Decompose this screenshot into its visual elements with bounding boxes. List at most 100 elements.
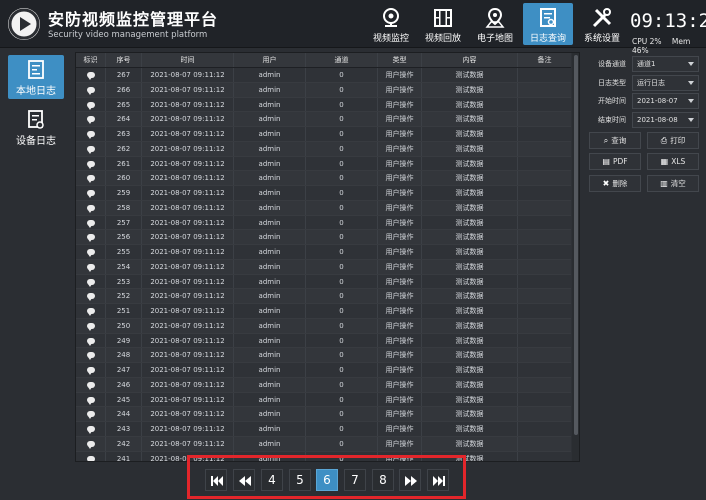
start-date-picker[interactable]: 2021-08-07 [632, 93, 699, 109]
delete-icon: ✖ [602, 179, 610, 188]
end-date-picker[interactable]: 2021-08-08 [632, 112, 699, 128]
table-scrollbar[interactable] [572, 53, 579, 461]
column-header-flag[interactable]: 标识 [76, 53, 106, 67]
page-button-6-current[interactable]: 6 [316, 469, 338, 491]
table-row[interactable]: 264 2021-08-07 09:11:12 admin 0 用户操作 测试数据 [76, 112, 571, 127]
table-row[interactable]: 255 2021-08-07 09:11:12 admin 0 用户操作 测试数据 [76, 245, 571, 260]
next-page-button[interactable] [399, 469, 421, 491]
chevron-down-icon [688, 81, 694, 85]
first-page-button[interactable] [205, 469, 227, 491]
message-bubble-icon [86, 396, 95, 405]
nav-system-settings[interactable]: 系统设置 [577, 3, 627, 45]
column-header-time[interactable]: 时间 [142, 53, 234, 67]
column-header-user[interactable]: 用户 [234, 53, 306, 67]
page-button-8[interactable]: 8 [372, 469, 394, 491]
xls-icon: ▦ [660, 157, 669, 166]
system-usage: CPU 2% Mem 46% [632, 37, 706, 55]
row-note [518, 127, 571, 141]
row-content: 测试数据 [422, 259, 518, 274]
table-row[interactable]: 261 2021-08-07 09:11:12 admin 0 用户操作 测试数据 [76, 156, 571, 172]
column-header-index[interactable]: 序号 [106, 53, 142, 67]
scrollbar-thumb[interactable] [574, 55, 578, 435]
table-row[interactable]: 250 2021-08-07 09:11:12 admin 0 用户操作 测试数据 [76, 318, 571, 334]
table-row[interactable]: 252 2021-08-07 09:11:12 admin 0 用户操作 测试数据 [76, 289, 571, 304]
query-button[interactable]: ⌕ 查询 [589, 132, 641, 149]
table-row[interactable]: 258 2021-08-07 09:11:12 admin 0 用户操作 测试数据 [76, 200, 571, 216]
table-row[interactable]: 245 2021-08-07 09:11:12 admin 0 用户操作 测试数据 [76, 392, 571, 408]
row-note [518, 142, 571, 156]
row-user: admin [234, 318, 306, 333]
row-user: admin [234, 407, 306, 421]
nav-video-playback[interactable]: 视频回放 [418, 3, 468, 45]
sidebar-item-device-log[interactable]: 设备日志 [8, 105, 64, 149]
delete-button[interactable]: ✖ 删除 [589, 175, 641, 192]
row-channel: 0 [306, 363, 378, 377]
nav-label: 视频回放 [424, 34, 461, 44]
row-type: 用户操作 [378, 215, 422, 230]
row-note [518, 437, 571, 451]
row-type: 用户操作 [378, 289, 422, 303]
export-pdf-button[interactable]: ▤ PDF [589, 153, 641, 170]
table-row[interactable]: 260 2021-08-07 09:11:12 admin 0 用户操作 测试数据 [76, 171, 571, 186]
print-button[interactable]: ⎙ 打印 [647, 132, 699, 149]
table-row[interactable]: 246 2021-08-07 09:11:12 admin 0 用户操作 测试数据 [76, 377, 571, 393]
row-channel: 0 [306, 112, 378, 126]
table-row[interactable]: 266 2021-08-07 09:11:12 admin 0 用户操作 测试数据 [76, 82, 571, 98]
message-bubble-icon [86, 352, 95, 361]
table-row[interactable]: 249 2021-08-07 09:11:12 admin 0 用户操作 测试数据 [76, 333, 571, 349]
table-row[interactable]: 267 2021-08-07 09:11:12 admin 0 用户操作 测试数据 [76, 68, 571, 83]
table-row[interactable]: 247 2021-08-07 09:11:12 admin 0 用户操作 测试数据 [76, 363, 571, 378]
nav-log-query[interactable]: 日志查询 [523, 3, 573, 45]
nav-emap[interactable]: 电子地图 [470, 3, 520, 45]
row-type: 用户操作 [378, 68, 422, 82]
row-index: 252 [106, 289, 142, 303]
table-row[interactable]: 244 2021-08-07 09:11:12 admin 0 用户操作 测试数据 [76, 407, 571, 422]
prev-page-button[interactable] [233, 469, 255, 491]
clear-button[interactable]: ▥ 清空 [647, 175, 699, 192]
column-header-content[interactable]: 内容 [422, 53, 518, 67]
table-row[interactable]: 257 2021-08-07 09:11:12 admin 0 用户操作 测试数据 [76, 215, 571, 231]
select-value: 通道1 [637, 60, 656, 68]
table-row[interactable]: 242 2021-08-07 09:11:12 admin 0 用户操作 测试数据 [76, 436, 571, 452]
table-row[interactable]: 253 2021-08-07 09:11:12 admin 0 用户操作 测试数据 [76, 274, 571, 290]
pdf-icon: ▤ [602, 157, 610, 166]
row-flag [76, 451, 106, 461]
message-bubble-icon [86, 293, 95, 302]
table-row[interactable]: 254 2021-08-07 09:11:12 admin 0 用户操作 测试数据 [76, 259, 571, 275]
row-channel: 0 [306, 348, 378, 362]
row-flag [76, 392, 106, 407]
export-xls-button[interactable]: ▦ XLS [647, 153, 699, 170]
nav-video-monitor[interactable]: 视频监控 [366, 3, 416, 45]
sidebar-item-label: 本地日志 [16, 86, 56, 97]
row-user: admin [234, 274, 306, 289]
page-button-7[interactable]: 7 [344, 469, 366, 491]
table-row[interactable]: 243 2021-08-07 09:11:12 admin 0 用户操作 测试数据 [76, 422, 571, 437]
chevron-down-icon [688, 99, 694, 103]
table-row[interactable]: 256 2021-08-07 09:11:12 admin 0 用户操作 测试数据 [76, 230, 571, 245]
table-row[interactable]: 263 2021-08-07 09:11:12 admin 0 用户操作 测试数据 [76, 127, 571, 142]
table-row[interactable]: 251 2021-08-07 09:11:12 admin 0 用户操作 测试数据 [76, 304, 571, 319]
table-row[interactable]: 248 2021-08-07 09:11:12 admin 0 用户操作 测试数据 [76, 348, 571, 363]
message-bubble-icon [86, 263, 95, 272]
device-channel-select[interactable]: 通道1 [632, 56, 699, 72]
page-button-5[interactable]: 5 [289, 469, 311, 491]
column-header-channel[interactable]: 通道 [306, 53, 378, 67]
column-header-note[interactable]: 备注 [518, 53, 571, 67]
row-user: admin [234, 436, 306, 451]
page-button-4[interactable]: 4 [261, 469, 283, 491]
log-type-select[interactable]: 运行日志 [632, 75, 699, 91]
column-header-type[interactable]: 类型 [378, 53, 422, 67]
chevron-down-icon [688, 118, 694, 122]
row-content: 测试数据 [422, 112, 518, 126]
row-channel: 0 [306, 230, 378, 244]
row-time: 2021-08-07 09:11:12 [142, 289, 234, 303]
table-row[interactable]: 265 2021-08-07 09:11:12 admin 0 用户操作 测试数据 [76, 97, 571, 113]
nav-label: 日志查询 [529, 34, 566, 44]
sidebar-item-local-log[interactable]: 本地日志 [8, 55, 64, 99]
row-note [518, 275, 571, 289]
table-row[interactable]: 259 2021-08-07 09:11:12 admin 0 用户操作 测试数据 [76, 186, 571, 201]
last-page-button[interactable] [427, 469, 449, 491]
table-row[interactable]: 262 2021-08-07 09:11:12 admin 0 用户操作 测试数据 [76, 141, 571, 157]
row-user: admin [234, 230, 306, 244]
cpu-usage: CPU 2% [632, 37, 662, 46]
